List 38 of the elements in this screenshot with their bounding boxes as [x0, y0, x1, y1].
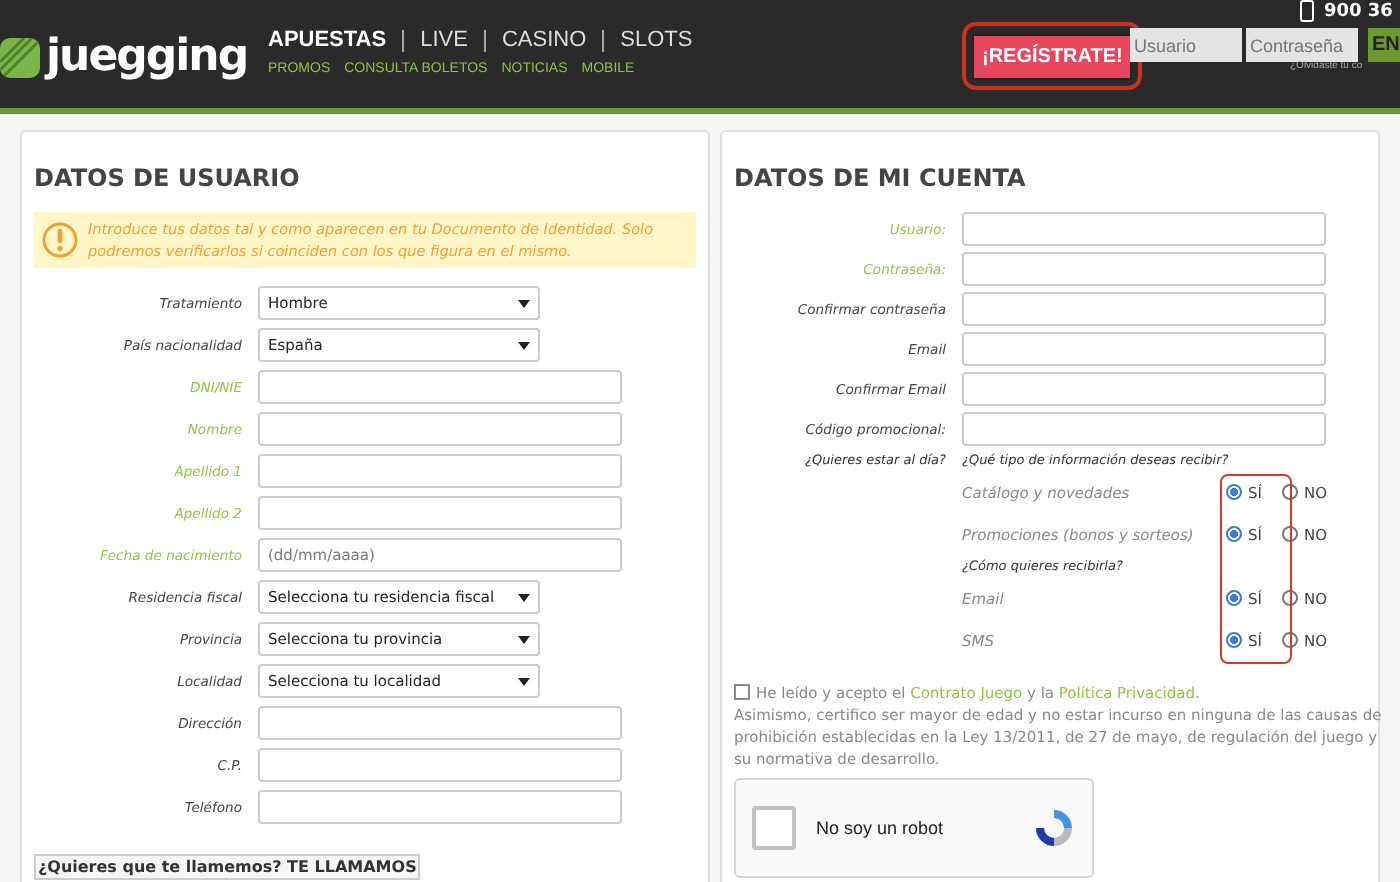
input-field[interactable] — [962, 372, 1326, 406]
input-field[interactable] — [962, 212, 1326, 246]
nav-tab[interactable]: SLOTS — [604, 30, 709, 52]
input-field[interactable] — [258, 748, 622, 782]
logo-text[interactable]: juegging — [46, 32, 248, 82]
caret-icon — [518, 593, 530, 601]
nav-tab[interactable]: LIVE — [404, 30, 486, 52]
section-title: DATOS DE USUARIO — [34, 164, 302, 192]
input-field[interactable] — [258, 454, 622, 488]
input-field[interactable] — [962, 292, 1326, 326]
input-field[interactable] — [258, 706, 622, 740]
input-field[interactable] — [258, 412, 622, 446]
input-field[interactable] — [962, 332, 1326, 366]
refresh-icon — [1032, 806, 1076, 850]
caret-icon — [518, 299, 530, 307]
input-field[interactable] — [258, 496, 622, 530]
captcha-label: No soy un robot — [816, 818, 944, 838]
nav-tab[interactable]: APUESTAS — [268, 30, 405, 52]
section-title: DATOS DE MI CUENTA — [734, 164, 1028, 192]
captcha-checkbox[interactable] — [752, 806, 796, 850]
register-button[interactable]: ¡REGÍSTRATE! — [972, 34, 1133, 81]
input-field[interactable] — [962, 412, 1326, 446]
caret-icon — [518, 341, 530, 349]
caret-icon — [518, 635, 530, 643]
phone-number: 900 36 — [1324, 1, 1393, 21]
warning-icon — [42, 222, 78, 258]
phone-icon — [1300, 0, 1314, 22]
password-field[interactable]: Contraseña — [1246, 28, 1358, 62]
input-field[interactable] — [962, 252, 1326, 286]
input-field[interactable] — [258, 370, 622, 404]
checkbox[interactable] — [734, 684, 750, 700]
logo-icon — [0, 37, 40, 77]
input-field[interactable] — [258, 790, 622, 824]
username-field[interactable]: Usuario — [1130, 28, 1242, 62]
callback-button[interactable]: ¿Quieres que te llamemos? TE LLAMAMOS — [34, 854, 421, 880]
login-button[interactable]: EN — [1368, 28, 1400, 62]
caret-icon — [518, 677, 530, 685]
nav-tab[interactable]: CASINO — [485, 30, 605, 52]
